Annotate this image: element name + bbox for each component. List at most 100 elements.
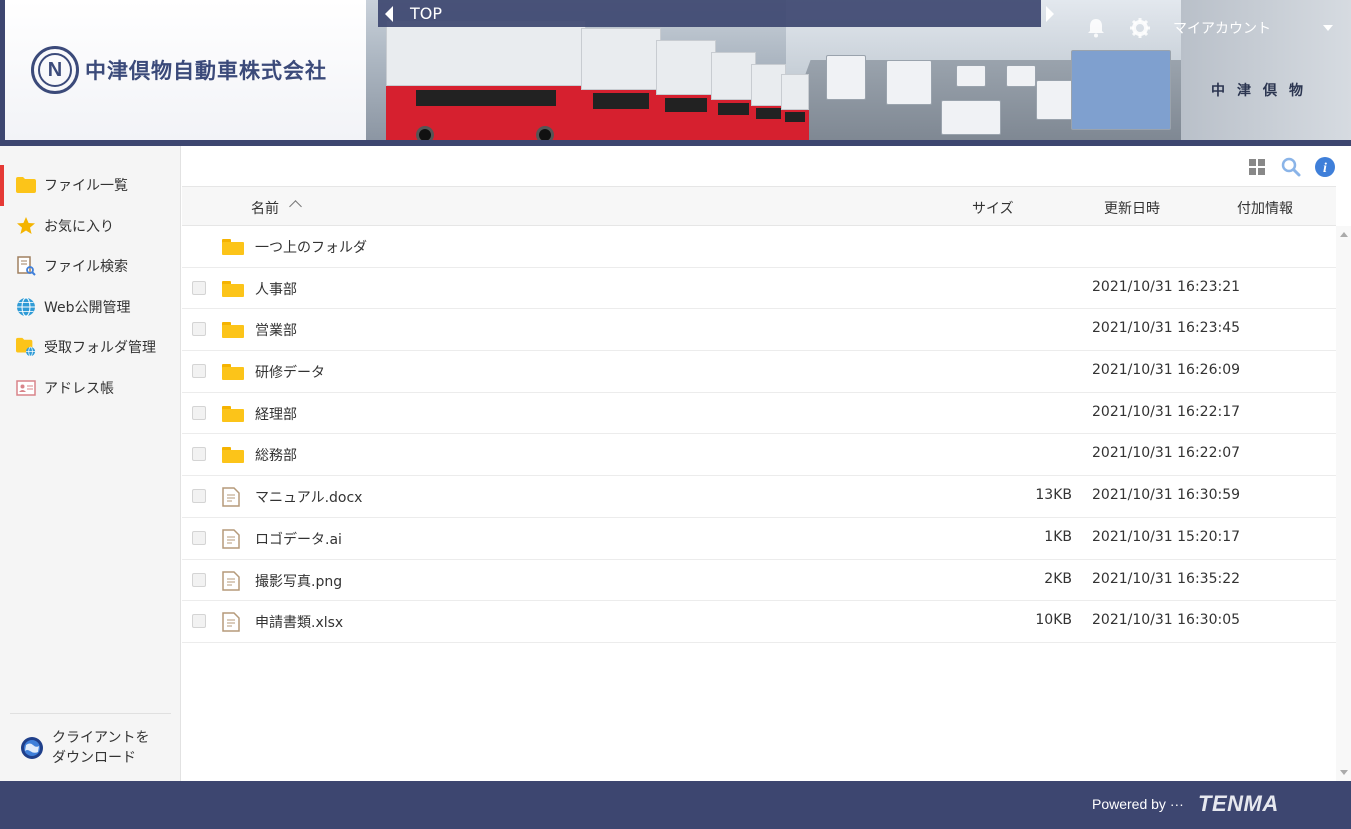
folder-icon [222, 404, 244, 424]
footer: Powered by ··· TENMA [0, 781, 1351, 829]
table-row[interactable]: 総務部 2021/10/31 16:22:07 [182, 434, 1336, 477]
file-updated-date: 2021/10/31 15:20:17 [1092, 528, 1241, 545]
file-name[interactable]: マニュアル.docx [255, 487, 362, 507]
row-checkbox[interactable] [192, 489, 206, 504]
file-name[interactable]: 撮影写真.png [255, 571, 342, 591]
file-updated-date: 2021/10/31 16:26:09 [1092, 362, 1241, 379]
address-card-icon [16, 378, 36, 398]
table-header: 名前 サイズ 更新日時 付加情報 [182, 186, 1336, 226]
file-updated-date: 2021/10/31 16:22:17 [1092, 403, 1241, 420]
my-account-menu[interactable]: マイアカウント [1173, 18, 1271, 38]
row-checkbox[interactable] [192, 572, 206, 587]
file-updated-date: 2021/10/31 16:30:59 [1092, 487, 1241, 504]
forward-arrow-icon[interactable] [1044, 4, 1056, 24]
file-size: 2KB [1044, 570, 1072, 587]
row-checkbox[interactable] [192, 614, 206, 629]
tenma-logo: TENMA [1198, 791, 1279, 816]
column-header-name[interactable]: 名前 [251, 198, 279, 218]
breadcrumb-top[interactable]: TOP [410, 4, 442, 23]
sidebar-item-web-publish[interactable]: Web公開管理 [0, 287, 180, 328]
parent-folder-label: 一つ上のフォルダ [255, 240, 367, 256]
folder-icon [16, 175, 36, 195]
file-name[interactable]: 経理部 [255, 404, 297, 424]
sidebar-item-address-book[interactable]: アドレス帳 [0, 368, 180, 409]
truck-image [386, 20, 586, 140]
file-name[interactable]: 総務部 [255, 445, 297, 465]
row-checkbox[interactable] [192, 405, 206, 420]
file-name[interactable]: ロゴデータ.ai [255, 529, 342, 549]
svg-text:i: i [1323, 161, 1327, 176]
sidebar-item-label: お気に入り [44, 218, 114, 235]
sidebar: ファイル一覧 お気に入り ファイル検索 Web公開管理 受取フォルダ管理 アドレ… [0, 146, 181, 781]
file-icon [222, 612, 244, 632]
file-table: 一つ上のフォルダ 人事部 2021/10/31 16:23:21 営業部 2021/1… [182, 226, 1336, 643]
search-icon[interactable] [1280, 156, 1302, 178]
header: N 中津倶物自動車株式会社 中津倶物 TOP マイアカウント [0, 0, 1351, 146]
company-name: 中津倶物自動車株式会社 [85, 58, 327, 83]
folder-icon [222, 445, 244, 465]
download-client-line2: ダウンロード [52, 749, 136, 766]
file-updated-date: 2021/10/31 16:23:21 [1092, 278, 1241, 295]
column-header-size[interactable]: サイズ [972, 198, 1014, 218]
file-size: 13KB [1035, 487, 1072, 504]
sidebar-item-file-search[interactable]: ファイル検索 [0, 246, 180, 287]
row-checkbox[interactable] [192, 447, 206, 462]
table-row[interactable]: 営業部 2021/10/31 16:23:45 [182, 309, 1336, 352]
file-list-panel: i 名前 サイズ 更新日時 付加情報 一つ上のフォルダ 人事部 2021/10/3… [182, 146, 1351, 781]
back-arrow-icon[interactable] [378, 0, 399, 27]
table-row[interactable]: マニュアル.docx 13KB 2021/10/31 16:30:59 [182, 476, 1336, 518]
table-row[interactable]: 申請書類.xlsx 10KB 2021/10/31 16:30:05 [182, 601, 1336, 643]
table-row[interactable]: 撮影写真.png 2KB 2021/10/31 16:35:22 [182, 560, 1336, 602]
file-name[interactable]: 申請書類.xlsx [255, 612, 343, 632]
column-header-extra[interactable]: 付加情報 [1237, 198, 1293, 218]
star-icon [16, 216, 36, 236]
folder-globe-icon [16, 337, 36, 357]
table-row[interactable]: 経理部 2021/10/31 16:22:17 [182, 393, 1336, 435]
row-checkbox[interactable] [192, 530, 206, 545]
folder-icon [222, 362, 244, 382]
folder-icon [222, 237, 244, 257]
file-name[interactable]: 人事部 [255, 279, 297, 299]
folder-icon [222, 279, 244, 299]
sort-ascending-icon[interactable] [289, 200, 302, 213]
globe-icon [16, 297, 36, 317]
file-name[interactable]: 研修データ [255, 362, 325, 382]
chevron-down-icon[interactable] [1323, 25, 1333, 31]
table-row[interactable]: 研修データ 2021/10/31 16:26:09 [182, 351, 1336, 393]
sidebar-item-favorites[interactable]: お気に入り [0, 206, 180, 247]
row-checkbox[interactable] [192, 322, 206, 337]
grid-view-icon[interactable] [1246, 156, 1268, 178]
table-row[interactable]: 人事部 2021/10/31 16:23:21 [182, 268, 1336, 310]
file-search-icon [16, 256, 36, 276]
file-updated-date: 2021/10/31 16:22:07 [1092, 445, 1241, 462]
row-checkbox[interactable] [192, 364, 206, 379]
info-icon[interactable]: i [1314, 156, 1336, 178]
logo-mark-icon: N [31, 46, 79, 94]
breadcrumb: TOP [399, 0, 1041, 27]
file-icon [222, 570, 244, 591]
file-updated-date: 2021/10/31 16:30:05 [1092, 612, 1241, 629]
download-client-line1: クライアントを [52, 729, 150, 746]
bell-icon[interactable] [1085, 17, 1107, 39]
file-updated-date: 2021/10/31 16:23:45 [1092, 320, 1241, 337]
file-size: 1KB [1044, 528, 1072, 545]
powered-by-text: Powered by ··· [1092, 796, 1184, 812]
column-header-updated[interactable]: 更新日時 [1104, 198, 1160, 218]
sidebar-item-file-list[interactable]: ファイル一覧 [0, 165, 180, 206]
scroll-up-icon[interactable] [1340, 232, 1348, 237]
sidebar-item-label: 受取フォルダ管理 [44, 340, 156, 357]
file-icon [222, 487, 244, 507]
file-icon [222, 529, 244, 549]
gear-icon[interactable] [1129, 17, 1151, 39]
company-logo[interactable]: N 中津倶物自動車株式会社 [5, 0, 366, 140]
sidebar-item-receive-folder[interactable]: 受取フォルダ管理 [0, 327, 180, 368]
parent-folder-row[interactable]: 一つ上のフォルダ [182, 226, 1336, 268]
folder-icon [222, 320, 244, 340]
sidebar-item-label: ファイル一覧 [44, 178, 128, 195]
row-checkbox[interactable] [192, 280, 206, 295]
file-name[interactable]: 営業部 [255, 320, 297, 340]
download-client-link[interactable]: クライアントを ダウンロード [10, 713, 171, 781]
vertical-scrollbar[interactable] [1336, 226, 1351, 781]
table-row[interactable]: ロゴデータ.ai 1KB 2021/10/31 15:20:17 [182, 518, 1336, 560]
scroll-down-icon[interactable] [1340, 770, 1348, 775]
